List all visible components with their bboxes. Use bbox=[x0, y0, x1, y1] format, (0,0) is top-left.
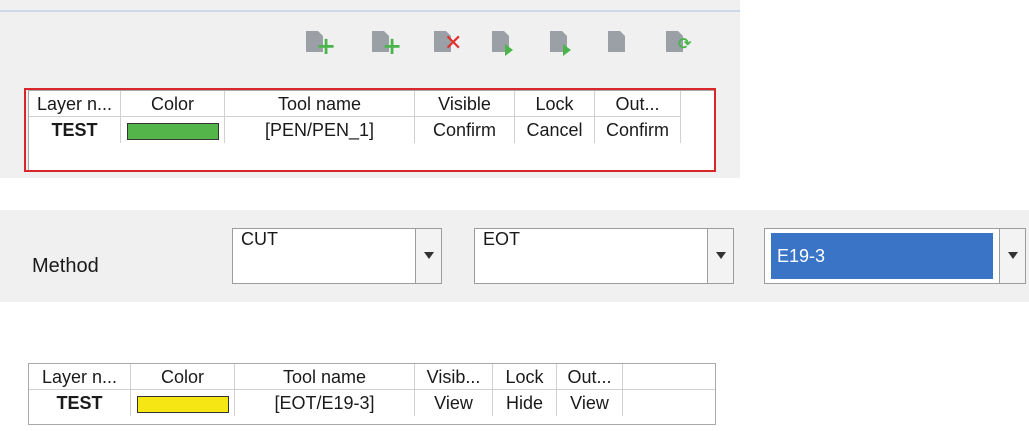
column-header-lock[interactable]: Lock bbox=[493, 364, 557, 390]
method-type-dropdown[interactable]: CUT bbox=[232, 228, 442, 284]
chevron-down-icon[interactable] bbox=[415, 229, 441, 283]
refresh-layer-button[interactable]: ⟳ bbox=[663, 28, 694, 56]
dropdown-value: E19-3 bbox=[771, 233, 993, 279]
layer-copy-icon bbox=[605, 31, 625, 55]
highlight-box bbox=[24, 88, 716, 172]
layer-name-cell[interactable]: TEST bbox=[29, 390, 131, 416]
column-header-color[interactable]: Color bbox=[131, 364, 235, 390]
lock-cell[interactable]: Hide bbox=[493, 390, 557, 416]
tool-name-cell[interactable]: [EOT/E19-3] bbox=[235, 390, 415, 416]
tool-dropdown[interactable]: E19-3 bbox=[764, 228, 1026, 284]
chevron-down-icon[interactable] bbox=[999, 229, 1025, 283]
method-label: Method bbox=[32, 255, 99, 277]
dropdown-value: CUT bbox=[241, 229, 278, 249]
layer-table-result: Layer n... Color Tool name Visib... Lock… bbox=[28, 363, 716, 425]
insert-layer-button[interactable]: + bbox=[369, 28, 402, 58]
table-header: Layer n... Color Tool name Visib... Lock… bbox=[29, 364, 715, 390]
dropdown-value: EOT bbox=[483, 229, 521, 249]
output-cell[interactable]: View bbox=[557, 390, 623, 416]
copy-layer-button[interactable] bbox=[605, 28, 636, 56]
move-layer-up-button[interactable] bbox=[489, 28, 520, 56]
color-cell[interactable] bbox=[131, 390, 235, 416]
delete-layer-button[interactable]: ✕ bbox=[431, 28, 462, 56]
table-row[interactable]: TEST [EOT/E19-3] View Hide View bbox=[29, 390, 715, 416]
column-header-output[interactable]: Out... bbox=[557, 364, 623, 390]
empty-header-cell bbox=[623, 364, 715, 390]
color-swatch bbox=[136, 395, 229, 413]
visible-cell[interactable]: View bbox=[415, 390, 493, 416]
column-header-layer-name[interactable]: Layer n... bbox=[29, 364, 131, 390]
empty-cell bbox=[623, 390, 715, 416]
add-layer-button[interactable]: + bbox=[303, 28, 336, 58]
chevron-down-icon[interactable] bbox=[707, 229, 733, 283]
column-header-tool-name[interactable]: Tool name bbox=[235, 364, 415, 390]
move-layer-down-button[interactable] bbox=[547, 28, 578, 56]
tool-type-dropdown[interactable]: EOT bbox=[474, 228, 734, 284]
panel-divider bbox=[0, 10, 740, 12]
column-header-visible[interactable]: Visib... bbox=[415, 364, 493, 390]
